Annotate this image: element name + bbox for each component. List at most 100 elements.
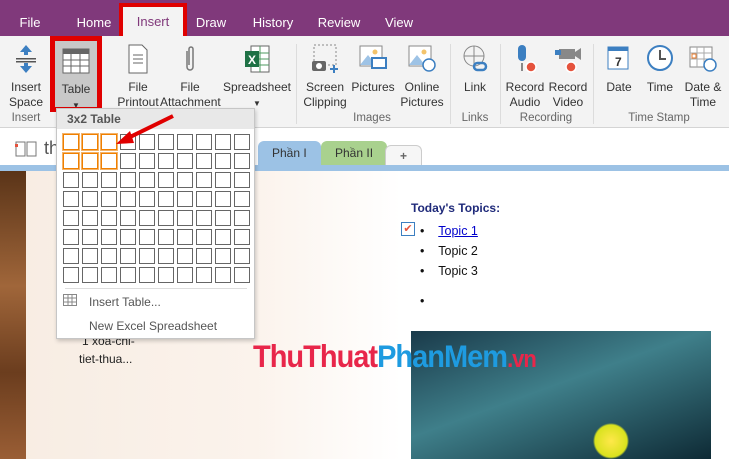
table-grid-cell[interactable] bbox=[63, 229, 79, 245]
spreadsheet-button[interactable]: X Spreadsheet ▼ bbox=[222, 42, 292, 111]
table-grid-cell[interactable] bbox=[100, 133, 118, 151]
table-grid-cell[interactable] bbox=[215, 172, 231, 188]
table-grid-cell[interactable] bbox=[234, 172, 250, 188]
table-grid-cell[interactable] bbox=[177, 210, 193, 226]
table-grid-cell[interactable] bbox=[82, 191, 98, 207]
table-grid-cell[interactable] bbox=[100, 152, 118, 170]
topic-link[interactable]: Topic 1 bbox=[438, 224, 478, 238]
table-grid-cell[interactable] bbox=[177, 191, 193, 207]
table-grid-cell[interactable] bbox=[120, 229, 136, 245]
table-grid-cell[interactable] bbox=[101, 210, 117, 226]
table-button[interactable]: Table ▼ bbox=[50, 36, 102, 112]
table-grid-cell[interactable] bbox=[177, 134, 193, 150]
tab-home[interactable]: Home bbox=[66, 10, 122, 36]
table-grid-cell[interactable] bbox=[196, 153, 212, 169]
table-grid-cell[interactable] bbox=[158, 267, 174, 283]
insert-table-menu-item[interactable]: Insert Table... bbox=[57, 291, 254, 313]
table-grid-cell[interactable] bbox=[196, 134, 212, 150]
table-grid-cell[interactable] bbox=[196, 191, 212, 207]
table-grid-cell[interactable] bbox=[63, 267, 79, 283]
table-grid-cell[interactable] bbox=[177, 229, 193, 245]
record-audio-button[interactable]: Record Audio bbox=[503, 42, 547, 110]
table-grid-cell[interactable] bbox=[63, 191, 79, 207]
table-grid-cell[interactable] bbox=[82, 267, 98, 283]
table-grid-cell[interactable] bbox=[120, 172, 136, 188]
table-grid-cell[interactable] bbox=[196, 172, 212, 188]
online-pictures-button[interactable]: Online Pictures bbox=[398, 42, 446, 110]
table-grid-cell[interactable] bbox=[158, 229, 174, 245]
table-grid-cell[interactable] bbox=[120, 191, 136, 207]
table-grid-cell[interactable] bbox=[120, 248, 136, 264]
insert-space-button[interactable]: Insert Space bbox=[4, 42, 48, 110]
table-grid-cell[interactable] bbox=[139, 134, 155, 150]
table-grid-cell[interactable] bbox=[215, 153, 231, 169]
new-excel-spreadsheet-menu-item[interactable]: New Excel Spreadsheet bbox=[57, 315, 254, 337]
table-grid-cell[interactable] bbox=[234, 191, 250, 207]
table-grid-cell[interactable] bbox=[101, 229, 117, 245]
table-grid-cell[interactable] bbox=[82, 229, 98, 245]
screen-clipping-button[interactable]: Screen Clipping bbox=[300, 42, 350, 110]
table-grid-cell[interactable] bbox=[234, 210, 250, 226]
table-grid-cell[interactable] bbox=[215, 267, 231, 283]
table-grid-cell[interactable] bbox=[215, 191, 231, 207]
table-grid-cell[interactable] bbox=[82, 210, 98, 226]
table-grid-cell[interactable] bbox=[82, 172, 98, 188]
table-grid-cell[interactable] bbox=[101, 267, 117, 283]
table-grid-cell[interactable] bbox=[215, 248, 231, 264]
table-grid-cell[interactable] bbox=[234, 229, 250, 245]
tab-draw[interactable]: Draw bbox=[190, 10, 232, 36]
table-grid-cell[interactable] bbox=[234, 153, 250, 169]
link-button[interactable]: Link bbox=[455, 42, 495, 95]
add-section-button[interactable]: + bbox=[385, 145, 423, 166]
table-grid-cell[interactable] bbox=[120, 267, 136, 283]
table-grid-cell[interactable] bbox=[177, 248, 193, 264]
todo-checkbox[interactable]: ✔ bbox=[401, 222, 415, 236]
table-grid-cell[interactable] bbox=[215, 229, 231, 245]
tab-file[interactable]: File bbox=[10, 10, 50, 36]
record-video-button[interactable]: Record Video bbox=[547, 42, 589, 110]
table-grid-cell[interactable] bbox=[139, 248, 155, 264]
date-button[interactable]: 7 Date bbox=[600, 42, 638, 95]
section-tab-phan-1[interactable]: Phần I bbox=[258, 141, 321, 166]
table-grid-cell[interactable] bbox=[234, 267, 250, 283]
table-grid-cell[interactable] bbox=[158, 134, 174, 150]
table-grid-cell[interactable] bbox=[81, 152, 99, 170]
section-tab-phan-2[interactable]: Phần II bbox=[321, 141, 388, 166]
table-grid-cell[interactable] bbox=[101, 248, 117, 264]
file-printout-button[interactable]: File Printout bbox=[110, 42, 166, 110]
table-grid-cell[interactable] bbox=[177, 153, 193, 169]
table-grid-cell[interactable] bbox=[62, 152, 80, 170]
table-grid-cell[interactable] bbox=[196, 210, 212, 226]
pictures-button[interactable]: Pictures bbox=[350, 42, 396, 95]
table-grid-cell[interactable] bbox=[196, 229, 212, 245]
tab-history[interactable]: History bbox=[246, 10, 300, 36]
table-grid-cell[interactable] bbox=[139, 191, 155, 207]
table-grid-cell[interactable] bbox=[139, 153, 155, 169]
table-grid-cell[interactable] bbox=[177, 267, 193, 283]
file-attachment-button[interactable]: File Attachment bbox=[160, 42, 221, 110]
table-grid-cell[interactable] bbox=[101, 191, 117, 207]
table-grid-cell[interactable] bbox=[81, 133, 99, 151]
table-grid-cell[interactable] bbox=[196, 267, 212, 283]
table-grid-cell[interactable] bbox=[158, 191, 174, 207]
table-grid-cell[interactable] bbox=[120, 134, 136, 150]
table-grid-picker[interactable] bbox=[62, 133, 252, 285]
table-grid-cell[interactable] bbox=[196, 248, 212, 264]
tab-view[interactable]: View bbox=[378, 10, 420, 36]
table-grid-cell[interactable] bbox=[63, 210, 79, 226]
time-button[interactable]: Time bbox=[640, 42, 680, 95]
table-grid-cell[interactable] bbox=[215, 134, 231, 150]
table-grid-cell[interactable] bbox=[158, 210, 174, 226]
table-grid-cell[interactable] bbox=[120, 210, 136, 226]
table-grid-cell[interactable] bbox=[101, 172, 117, 188]
table-grid-cell[interactable] bbox=[139, 210, 155, 226]
table-grid-cell[interactable] bbox=[139, 267, 155, 283]
table-grid-cell[interactable] bbox=[177, 172, 193, 188]
table-grid-cell[interactable] bbox=[158, 153, 174, 169]
tab-review[interactable]: Review bbox=[312, 10, 366, 36]
tab-insert[interactable]: Insert bbox=[119, 3, 187, 41]
table-grid-cell[interactable] bbox=[234, 134, 250, 150]
table-grid-cell[interactable] bbox=[63, 172, 79, 188]
table-grid-cell[interactable] bbox=[234, 248, 250, 264]
table-grid-cell[interactable] bbox=[63, 248, 79, 264]
